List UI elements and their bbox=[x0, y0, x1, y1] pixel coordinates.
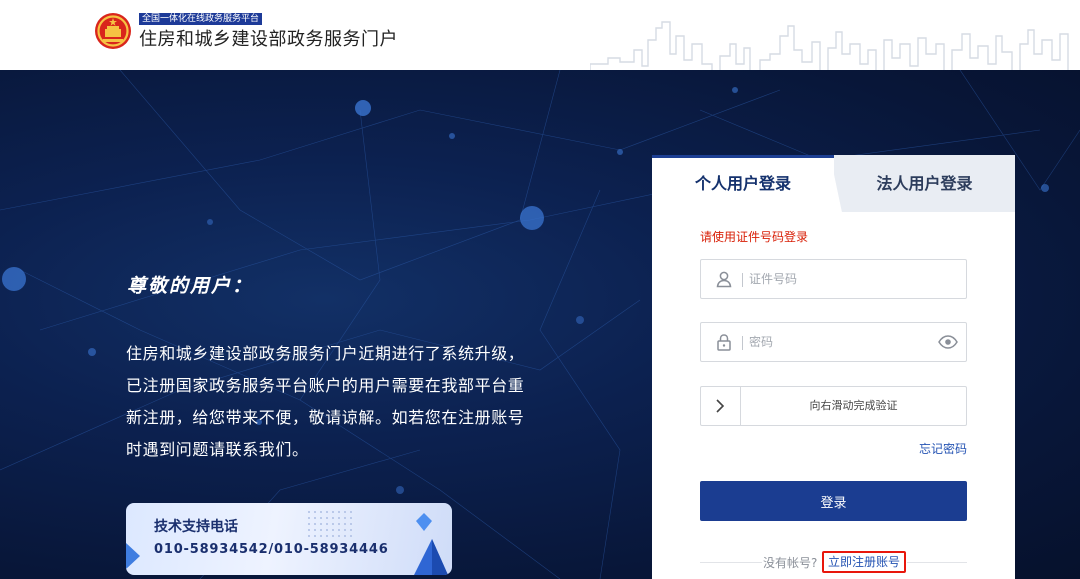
chevron-right-icon bbox=[716, 399, 725, 413]
field-separator bbox=[742, 273, 743, 287]
national-emblem-icon bbox=[95, 13, 131, 49]
tab-personal-user-login[interactable]: 个人用户登录 bbox=[652, 155, 834, 212]
crystal-decoration-icon bbox=[414, 513, 448, 575]
forgot-password-link[interactable]: 忘记密码 bbox=[919, 440, 967, 457]
support-phone-numbers: 010-58934542/010-58934446 bbox=[154, 542, 389, 557]
slider-instruction: 向右滑动完成验证 bbox=[809, 399, 898, 412]
login-hint: 请使用证件号码登录 bbox=[700, 230, 809, 244]
slider-handle[interactable] bbox=[701, 387, 741, 425]
register-prompt: 没有帐号? bbox=[763, 556, 818, 570]
login-button[interactable]: 登录 bbox=[700, 481, 967, 521]
greeting-heading: 尊敬的用户： bbox=[127, 275, 254, 297]
dot-pattern-decoration bbox=[306, 509, 356, 537]
gem-decoration-icon bbox=[126, 543, 140, 569]
platform-tag: 全国一体化在线政务服务平台 bbox=[139, 13, 263, 25]
register-row: 没有帐号? 立即注册账号 bbox=[700, 551, 967, 573]
login-card: 法人用户登录 个人用户登录 请使用证件号码登录 证件号码 向右滑动完成验证 忘记… bbox=[652, 155, 1015, 579]
password-input[interactable] bbox=[749, 323, 939, 361]
slide-verification[interactable]: 向右滑动完成验证 bbox=[700, 386, 967, 426]
tab-legal-user-login[interactable]: 法人用户登录 bbox=[834, 155, 1015, 212]
divider-line bbox=[700, 562, 762, 563]
support-label: 技术支持电话 bbox=[154, 519, 238, 535]
site-header: 全国一体化在线政务服务平台 住房和城乡建设部政务服务门户 bbox=[0, 0, 1080, 70]
register-account-link[interactable]: 立即注册账号 bbox=[822, 551, 907, 573]
user-icon bbox=[716, 271, 732, 288]
login-tabs: 法人用户登录 个人用户登录 bbox=[652, 155, 1015, 212]
upgrade-notice-text: 住房和城乡建设部政务服务门户近期进行了系统升级， 已注册国家政务服务平台账户的用… bbox=[126, 344, 525, 459]
skyline-decoration bbox=[590, 21, 1069, 70]
eye-icon[interactable] bbox=[938, 334, 958, 350]
support-contact-card: 技术支持电话 010-58934542/010-58934446 bbox=[126, 503, 452, 575]
divider-line bbox=[907, 562, 967, 563]
id-number-input[interactable] bbox=[749, 260, 939, 298]
password-field[interactable] bbox=[700, 322, 967, 362]
portal-title: 住房和城乡建设部政务服务门户 bbox=[139, 29, 398, 50]
id-number-field[interactable] bbox=[700, 259, 967, 299]
field-separator bbox=[742, 336, 743, 350]
lock-icon bbox=[717, 334, 731, 351]
